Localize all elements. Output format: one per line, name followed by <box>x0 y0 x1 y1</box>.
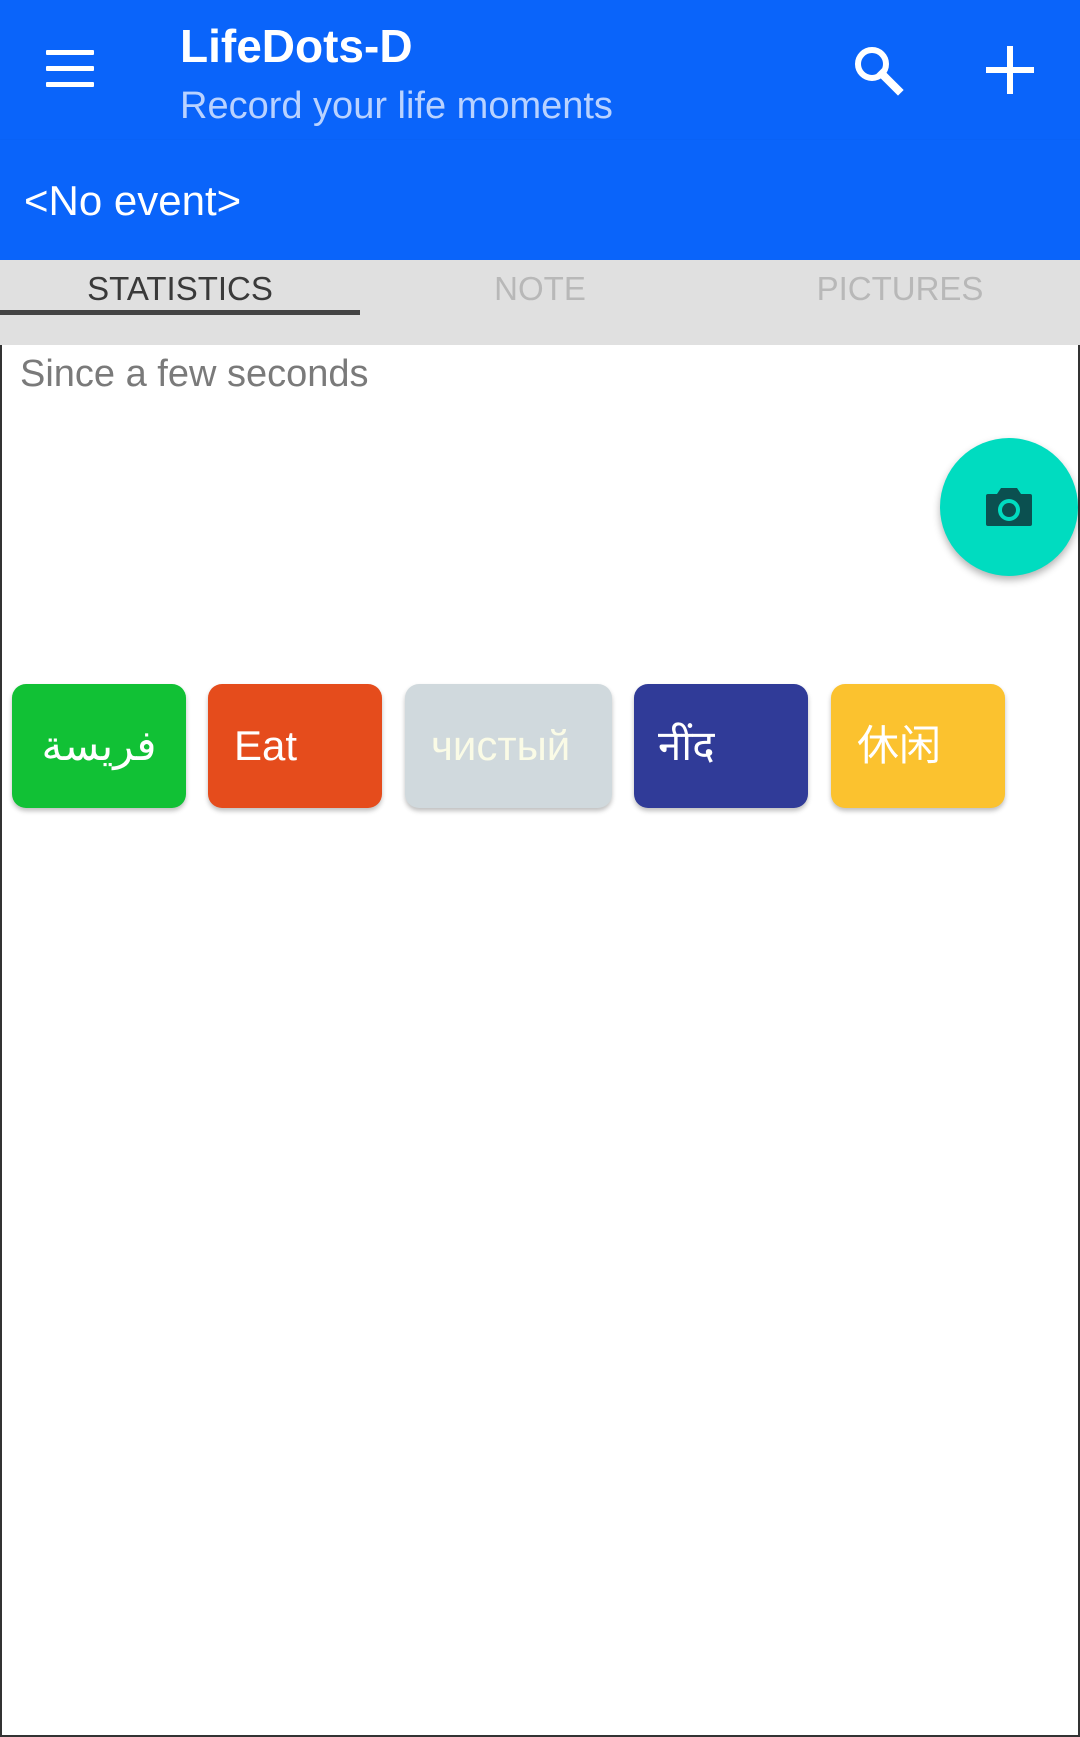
since-text: Since a few seconds <box>20 353 369 395</box>
tab-pictures[interactable]: PICTURES <box>720 260 1080 345</box>
event-chip-xiuxian[interactable]: 休闲 <box>831 684 1005 808</box>
tab-note[interactable]: NOTE <box>360 260 720 345</box>
event-banner[interactable]: <No event> <box>0 140 1080 260</box>
event-chip-label: فريسة <box>41 722 157 769</box>
camera-fab-button[interactable] <box>940 438 1078 576</box>
event-label: <No event> <box>24 177 242 224</box>
event-chip-farisa[interactable]: فريسة <box>12 684 186 808</box>
tab-bar: STATISTICS NOTE PICTURES <box>0 260 1080 345</box>
app-bar: LifeDots-D Record your life moments <box>0 0 1080 140</box>
event-chip-neend[interactable]: नींद <box>634 684 808 808</box>
event-chip-eat[interactable]: Eat <box>208 684 382 808</box>
search-icon[interactable] <box>848 40 908 100</box>
camera-icon <box>986 488 1032 526</box>
plus-icon[interactable] <box>980 40 1040 100</box>
event-chip-label: чистый <box>431 722 571 769</box>
tab-statistics[interactable]: STATISTICS <box>0 260 360 345</box>
app-title: LifeDots-D <box>180 20 413 72</box>
tab-indicator <box>0 310 360 315</box>
hamburger-menu-icon[interactable] <box>40 44 100 94</box>
event-chip-label: नींद <box>658 722 715 769</box>
event-chip-label: 休闲 <box>857 722 942 769</box>
event-chip-chistyy[interactable]: чистый <box>405 684 612 808</box>
app-subtitle: Record your life moments <box>180 85 613 127</box>
event-chip-label: Eat <box>234 722 298 769</box>
